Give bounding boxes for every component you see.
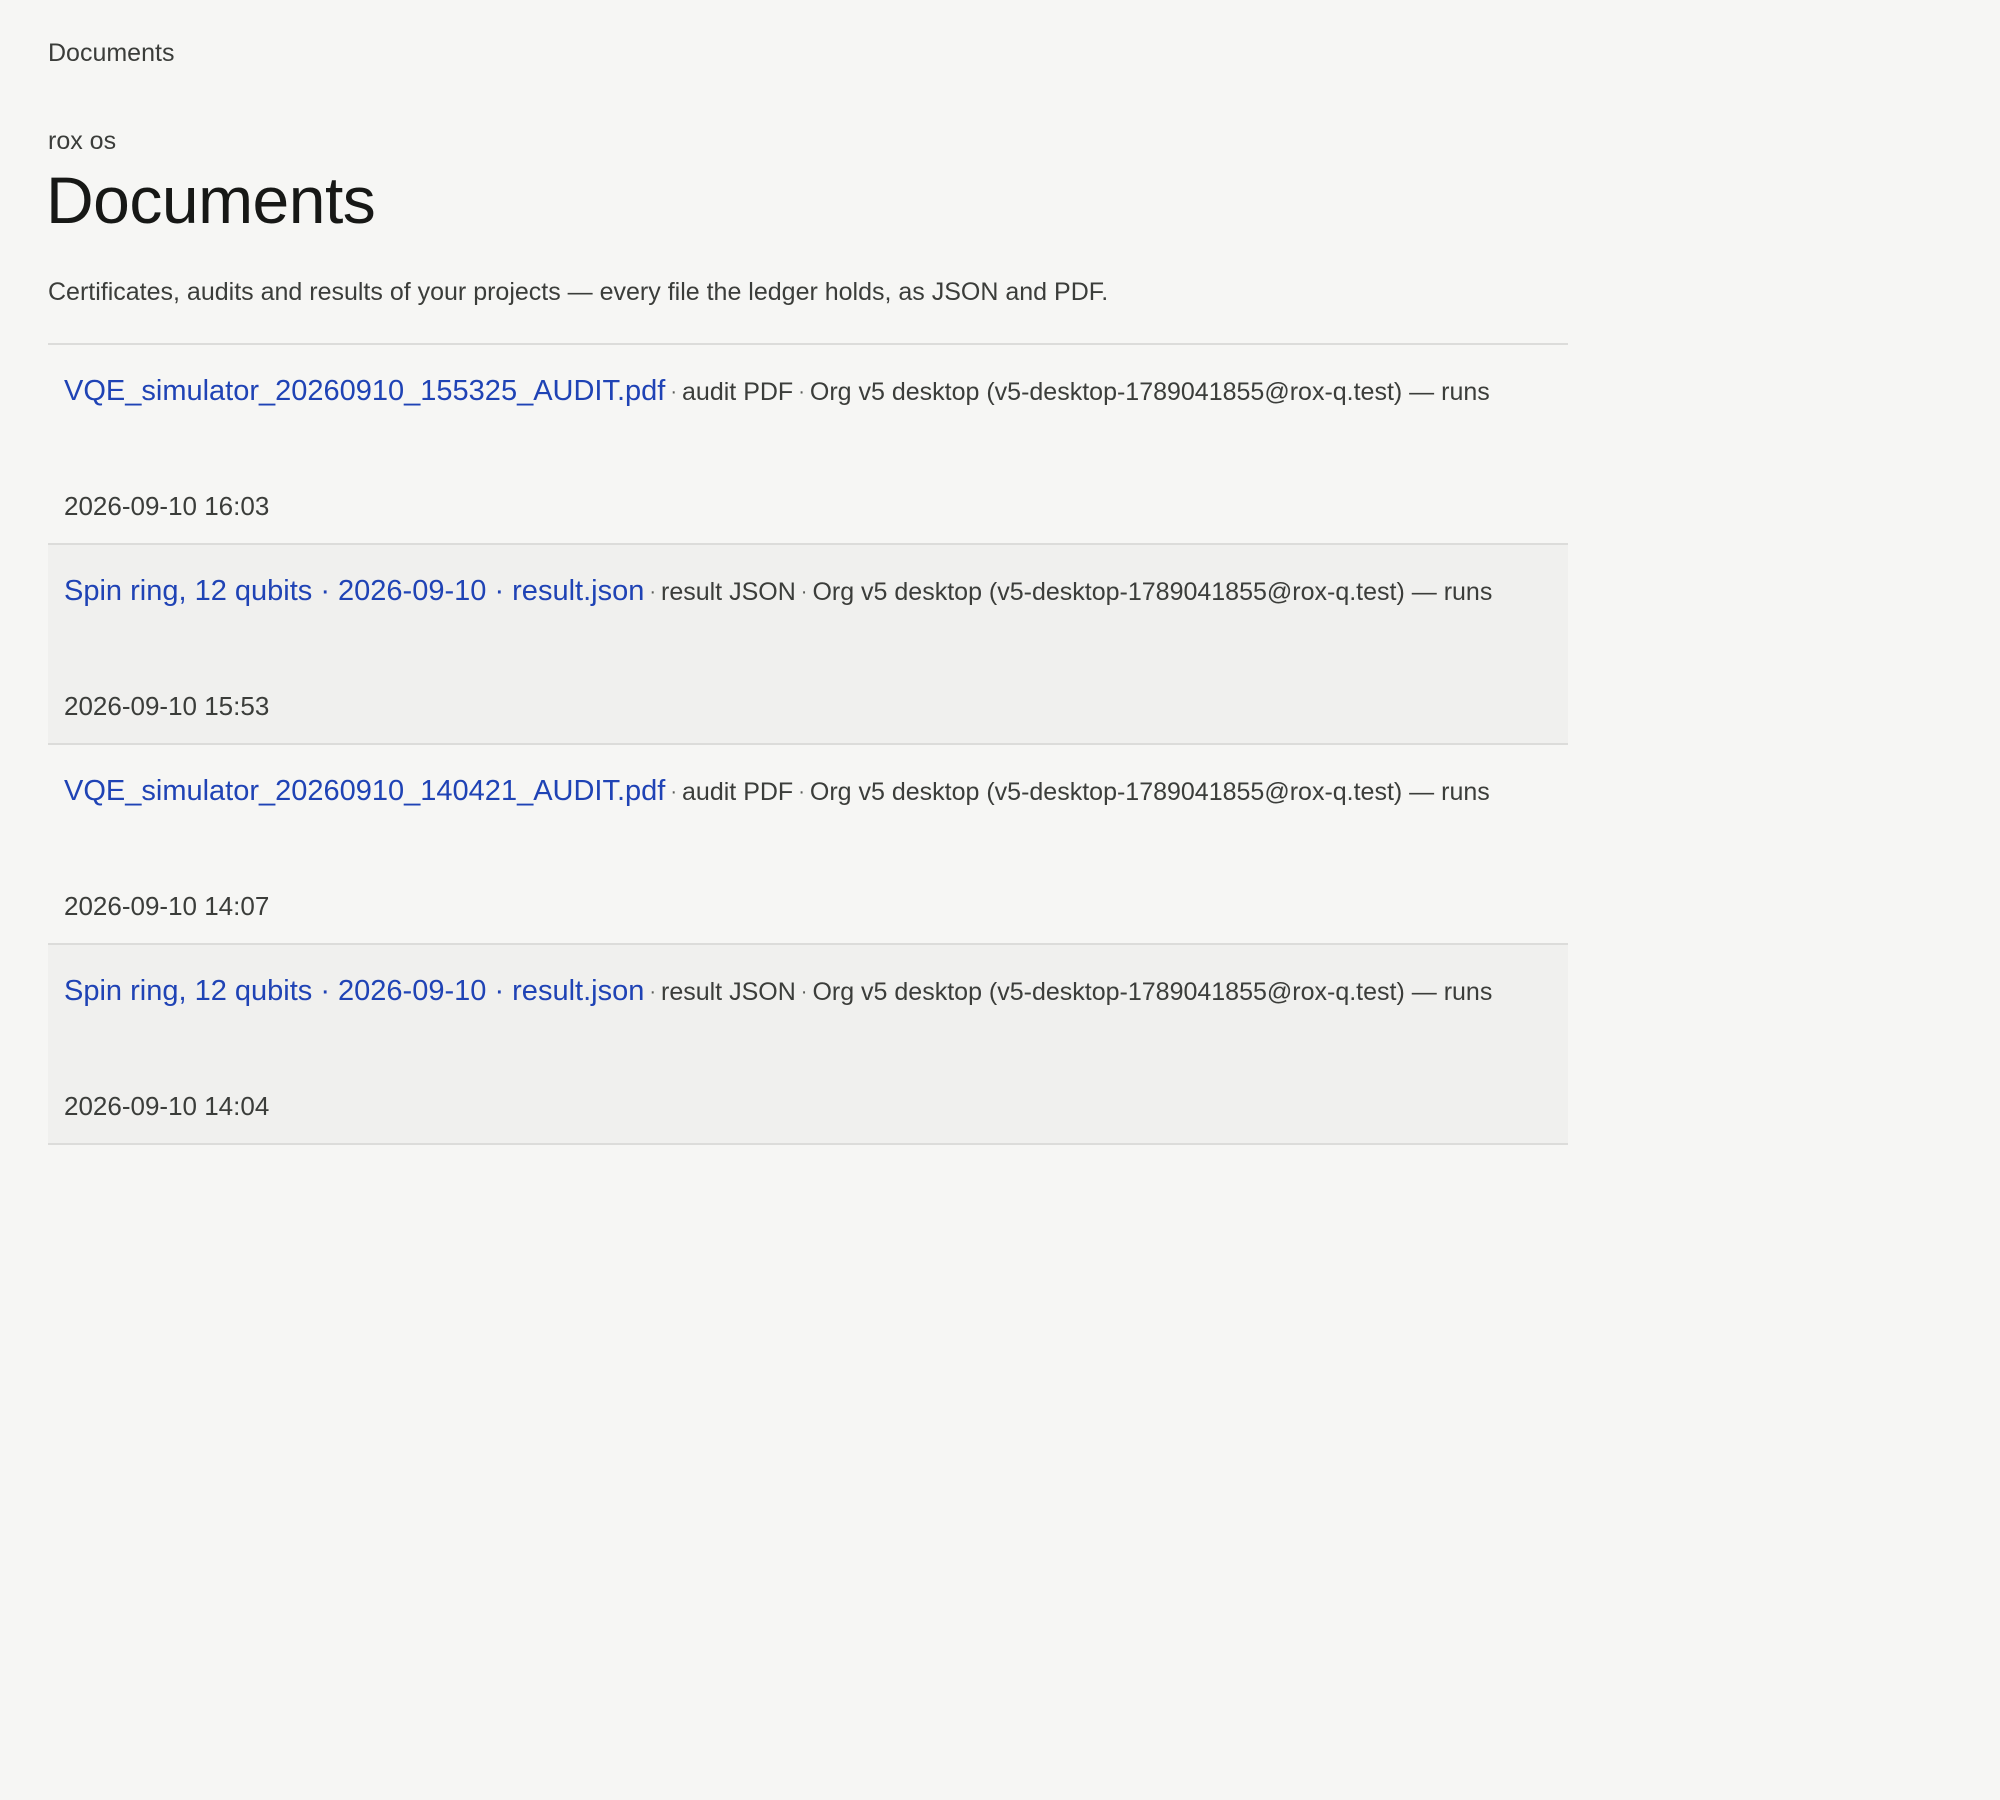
separator-dot: · xyxy=(670,381,678,403)
separator-dot: · xyxy=(649,581,656,603)
document-owner: Org v5 desktop (v5-desktop-1789041855@ro… xyxy=(809,378,1490,406)
page-title: Documents xyxy=(46,163,376,237)
document-row: Spin ring, 12 qubits · 2026-09-10 · resu… xyxy=(48,945,1568,1145)
document-link[interactable]: Spin ring, 12 qubits · 2026-09-10 · resu… xyxy=(64,575,644,607)
documents-page: Documents rox os Documents Certificates,… xyxy=(0,0,2000,1800)
document-list: VQE_simulator_20260910_155325_AUDIT.pdf ·… xyxy=(48,343,1568,1145)
separator-dot: · xyxy=(798,781,805,803)
app-name: rox os xyxy=(48,127,117,155)
document-kind: result JSON xyxy=(661,978,796,1006)
separator-dot: · xyxy=(649,981,656,1003)
document-summary: VQE_simulator_20260910_155325_AUDIT.pdf ·… xyxy=(64,367,1564,417)
document-owner: Org v5 desktop (v5-desktop-1789041855@ro… xyxy=(809,778,1490,806)
document-link[interactable]: VQE_simulator_20260910_140421_AUDIT.pdf xyxy=(64,775,665,807)
document-kind: audit PDF xyxy=(682,378,794,406)
separator-dot: · xyxy=(798,381,805,403)
document-kind: result JSON xyxy=(661,578,796,606)
separator-dot: · xyxy=(670,781,678,803)
page-description: Certificates, audits and results of your… xyxy=(48,278,1109,306)
document-owner: Org v5 desktop (v5-desktop-1789041855@ro… xyxy=(812,578,1493,606)
document-link[interactable]: Spin ring, 12 qubits · 2026-09-10 · resu… xyxy=(64,975,644,1007)
document-date: 2026-09-10 15:53 xyxy=(64,691,270,721)
document-summary: Spin ring, 12 qubits · 2026-09-10 · resu… xyxy=(64,567,1564,617)
document-link[interactable]: VQE_simulator_20260910_155325_AUDIT.pdf xyxy=(64,375,665,407)
document-owner: Org v5 desktop (v5-desktop-1789041855@ro… xyxy=(812,978,1493,1006)
document-date: 2026-09-10 16:03 xyxy=(64,491,270,521)
document-row: VQE_simulator_20260910_140421_AUDIT.pdf ·… xyxy=(48,745,1568,945)
document-kind: audit PDF xyxy=(682,778,794,806)
document-summary: Spin ring, 12 qubits · 2026-09-10 · resu… xyxy=(64,967,1564,1017)
document-summary: VQE_simulator_20260910_140421_AUDIT.pdf ·… xyxy=(64,767,1564,817)
separator-dot: · xyxy=(800,581,808,603)
separator-dot: · xyxy=(800,981,808,1003)
document-row: VQE_simulator_20260910_155325_AUDIT.pdf ·… xyxy=(48,345,1568,545)
breadcrumb[interactable]: Documents xyxy=(48,36,174,70)
document-row: Spin ring, 12 qubits · 2026-09-10 · resu… xyxy=(48,545,1568,745)
document-date: 2026-09-10 14:04 xyxy=(64,1091,270,1121)
document-date: 2026-09-10 14:07 xyxy=(64,891,270,921)
